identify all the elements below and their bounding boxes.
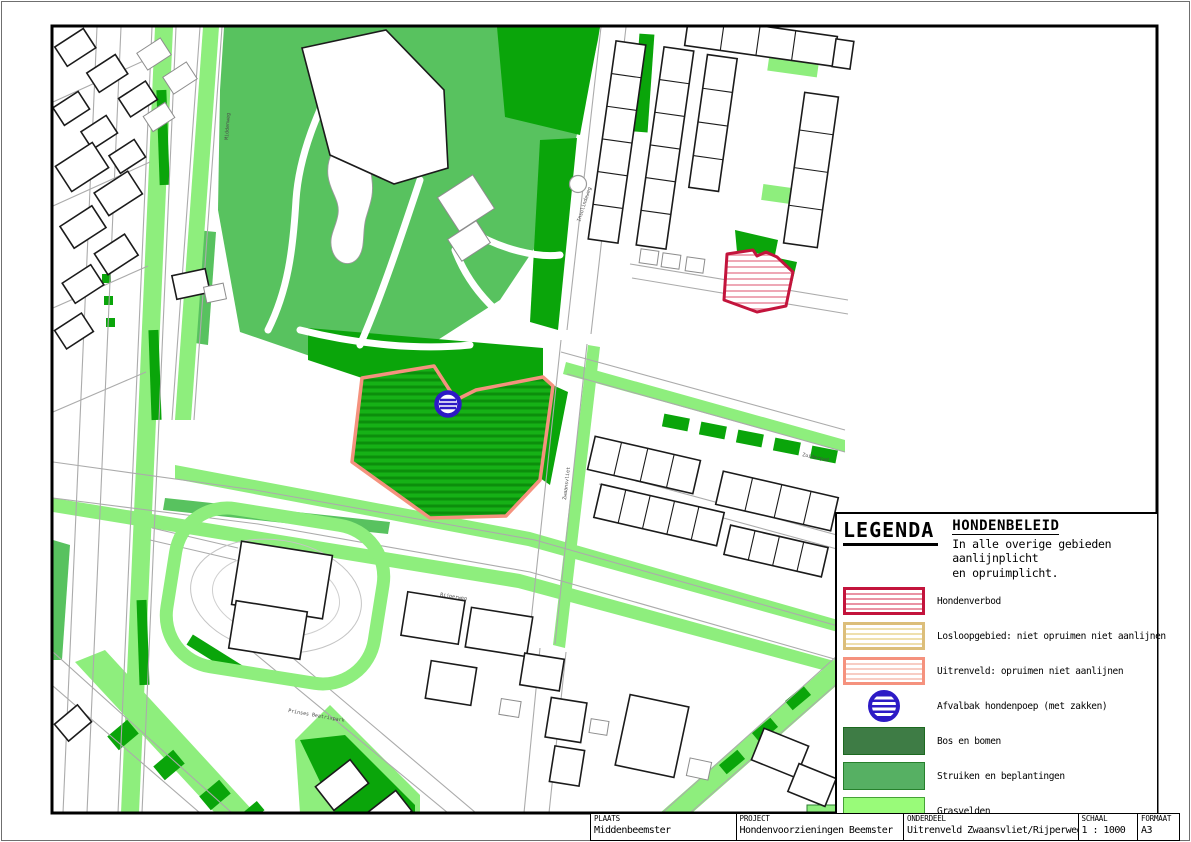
legend-panel: LEGENDA HONDENBELEID In alle overige geb…: [835, 512, 1157, 813]
titleblock-cell-plaats: PLAATS Middenbeemster: [590, 813, 737, 841]
legend-item-label: Afvalbak hondenpoep (met zakken): [937, 701, 1107, 712]
titleblock-cell-project: PROJECT Hondenvoorzieningen Beemster: [736, 813, 905, 841]
legend-row-bos-en-bomen: Bos en bomen: [843, 726, 1151, 756]
title-block: PLAATS Middenbeemster PROJECT Hondenvoor…: [590, 813, 1186, 841]
afvalbak-icon: [843, 690, 925, 722]
legend-item-label: Bos en bomen: [937, 736, 1001, 747]
legend-swatch: [843, 762, 925, 790]
legend-swatch: [843, 727, 925, 755]
legend-item-label: Struiken en beplantingen: [937, 771, 1065, 782]
legend-row-uitrenveld: Uitrenveld: opruimen niet aanlijnen: [843, 656, 1151, 686]
legend-note-line2: en opruimplicht.: [952, 566, 1151, 580]
buildings-east: [588, 436, 839, 577]
legend-title: LEGENDA: [843, 518, 938, 546]
drawing-page: Middenweg Insulindeweg Zwaansvliet Rijpe…: [0, 0, 1191, 842]
legend-swatch: [843, 622, 925, 650]
legend-header: LEGENDA HONDENBELEID In alle overige geb…: [843, 518, 1151, 580]
roundabout: [570, 176, 587, 193]
legend-item-label: Hondenverbod: [937, 596, 1001, 607]
titleblock-field-value: 1 : 1000: [1082, 823, 1135, 838]
legend-swatch: [843, 587, 925, 615]
titleblock-field-label: SCHAAL: [1082, 814, 1135, 823]
titleblock-field-label: PLAATS: [594, 814, 733, 823]
legend-row-afvalbak: Afvalbak hondenpoep (met zakken): [843, 691, 1151, 721]
legend-row-struiken: Struiken en beplantingen: [843, 761, 1151, 791]
legend-row-hondenverbod: Hondenverbod: [843, 586, 1151, 616]
titleblock-field-value: A3: [1141, 823, 1176, 838]
legend-rows: Hondenverbod Losloopgebied: niet opruime…: [843, 586, 1151, 826]
titleblock-field-value: Hondenvoorzieningen Beemster: [740, 823, 901, 838]
titleblock-field-label: PROJECT: [740, 814, 901, 823]
titleblock-field-label: ONDERDEEL: [907, 814, 1075, 823]
legend-item-label: Uitrenveld: opruimen niet aanlijnen: [937, 666, 1123, 677]
afvalbak-icon-circle: [868, 690, 900, 722]
titleblock-cell-onderdeel: ONDERDEEL Uitrenveld Zwaansvliet/Rijperw…: [903, 813, 1079, 841]
titleblock-cell-formaat: FORMAAT A3: [1137, 813, 1180, 841]
titleblock-field-value: Middenbeemster: [594, 823, 733, 838]
legend-note-line1: In alle overige gebieden aanlijnplicht: [952, 537, 1151, 566]
legend-heading: HONDENBELEID: [952, 518, 1059, 535]
titleblock-cell-schaal: SCHAAL 1 : 1000: [1078, 813, 1139, 841]
legend-item-label: Losloopgebied: niet opruimen niet aanlij…: [937, 631, 1166, 642]
titleblock-field-value: Uitrenveld Zwaansvliet/Rijperweg: [907, 823, 1075, 838]
afvalbak-marker: [437, 393, 460, 416]
titleblock-field-label: FORMAAT: [1141, 814, 1176, 823]
buildings-northeast: [588, 16, 854, 273]
legend-row-losloopgebied: Losloopgebied: niet opruimen niet aanlij…: [843, 621, 1151, 651]
legend-swatch: [843, 657, 925, 685]
